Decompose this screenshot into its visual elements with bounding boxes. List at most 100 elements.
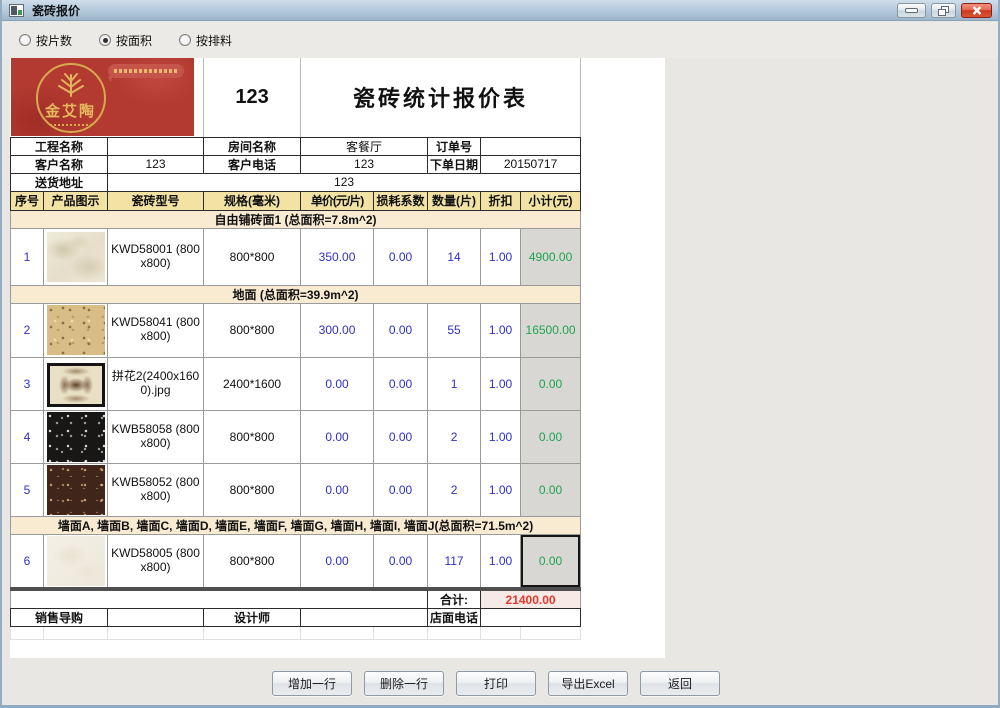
row-index: 5 (11, 463, 44, 516)
title-bar: 瓷砖报价 (2, 0, 998, 21)
quotation-table: 金艾陶 123 瓷砖统计报价表 工程名称 房间名称 客餐厅 订单号 客户名称 1 (10, 58, 581, 640)
close-icon (972, 6, 982, 15)
loss-factor-cell[interactable]: 0.00 (374, 534, 428, 589)
footer-row: 销售导购 设计师 店面电话 (11, 609, 581, 627)
product-image[interactable] (47, 232, 105, 282)
brand-name: 金艾陶 (38, 100, 104, 121)
store-phone-value[interactable] (481, 609, 581, 627)
add-row-button[interactable]: 增加一行 (272, 671, 352, 696)
loss-factor-cell[interactable]: 0.00 (374, 228, 428, 285)
table-row: 2 KWD58041 (800x800) 800*800 300.00 0.00… (11, 303, 581, 357)
restore-button[interactable] (931, 3, 956, 18)
spec-cell[interactable]: 800*800 (204, 463, 301, 516)
customer-name-value[interactable]: 123 (108, 155, 204, 173)
col-unit-price: 单价(元/片) (301, 191, 374, 210)
radio-by-area[interactable]: 按面积 (99, 32, 152, 49)
product-image[interactable] (47, 412, 105, 462)
tile-model-cell[interactable]: 拼花2(2400x1600).jpg (108, 357, 204, 410)
doc-number: 123 (204, 58, 301, 137)
spec-cell[interactable]: 800*800 (204, 534, 301, 589)
subtotal-cell-selected[interactable]: 0.00 (521, 534, 581, 589)
subtotal-cell[interactable]: 0.00 (521, 357, 581, 410)
minimize-icon (905, 8, 918, 13)
discount-cell[interactable]: 1.00 (481, 357, 521, 410)
tile-model-cell[interactable]: KWD58001 (800x800) (108, 228, 204, 285)
unit-price-cell[interactable]: 0.00 (301, 534, 374, 589)
quantity-cell[interactable]: 117 (428, 534, 481, 589)
tile-model-cell[interactable]: KWD58041 (800x800) (108, 303, 204, 357)
designer-value[interactable] (301, 609, 428, 627)
subtotal-cell[interactable]: 4900.00 (521, 228, 581, 285)
room-name-value[interactable]: 客餐厅 (301, 137, 428, 155)
unit-price-cell[interactable]: 0.00 (301, 463, 374, 516)
subtotal-cell[interactable]: 16500.00 (521, 303, 581, 357)
discount-cell[interactable]: 1.00 (481, 534, 521, 589)
back-button[interactable]: 返回 (640, 671, 720, 696)
tile-model-cell[interactable]: KWB58058 (800x800) (108, 410, 204, 463)
designer-label: 设计师 (204, 609, 301, 627)
table-row: 4 KWB58058 (800x800) 800*800 0.00 0.00 2… (11, 410, 581, 463)
quantity-cell[interactable]: 1 (428, 357, 481, 410)
discount-cell[interactable]: 1.00 (481, 410, 521, 463)
close-button[interactable] (961, 3, 992, 18)
product-image[interactable] (47, 305, 105, 355)
quantity-cell[interactable]: 55 (428, 303, 481, 357)
quantity-cell[interactable]: 2 (428, 463, 481, 516)
delivery-address-value[interactable]: 123 (108, 173, 581, 191)
product-image[interactable] (47, 536, 105, 586)
col-product-image: 产品图示 (44, 191, 108, 210)
table-row: 5 KWB58052 (800x800) 800*800 0.00 0.00 2… (11, 463, 581, 516)
row-index: 3 (11, 357, 44, 410)
product-image[interactable] (47, 465, 105, 515)
unit-price-cell[interactable]: 0.00 (301, 357, 374, 410)
loss-factor-cell[interactable]: 0.00 (374, 410, 428, 463)
project-name-value[interactable] (108, 137, 204, 155)
customer-phone-label: 客户电话 (204, 155, 301, 173)
row-index: 4 (11, 410, 44, 463)
sales-guide-value[interactable] (108, 609, 204, 627)
customer-phone-value[interactable]: 123 (301, 155, 428, 173)
loss-factor-cell[interactable]: 0.00 (374, 357, 428, 410)
spec-cell[interactable]: 2400*1600 (204, 357, 301, 410)
loss-factor-cell[interactable]: 0.00 (374, 303, 428, 357)
unit-price-cell[interactable]: 300.00 (301, 303, 374, 357)
export-excel-button[interactable]: 导出Excel (548, 671, 628, 696)
spec-cell[interactable]: 800*800 (204, 303, 301, 357)
loss-factor-cell[interactable]: 0.00 (374, 463, 428, 516)
total-row: 合计: 21400.00 (11, 589, 581, 609)
quantity-cell[interactable]: 14 (428, 228, 481, 285)
column-header-row: 序号 产品图示 瓷砖型号 规格(毫米) 单价(元/片) 损耗系数 数量(片) 折… (11, 191, 581, 210)
brand-emblem: 金艾陶 (36, 63, 106, 133)
discount-cell[interactable]: 1.00 (481, 228, 521, 285)
unit-price-cell[interactable]: 350.00 (301, 228, 374, 285)
discount-cell[interactable]: 1.00 (481, 303, 521, 357)
action-bar: 增加一行 删除一行 打印 导出Excel 返回 (272, 671, 720, 696)
section-title: 自由铺砖面1 (总面积=7.8m^2) (11, 210, 581, 228)
brand-logo: 金艾陶 (11, 58, 194, 136)
spec-cell[interactable]: 800*800 (204, 228, 301, 285)
quantity-cell[interactable]: 2 (428, 410, 481, 463)
discount-cell[interactable]: 1.00 (481, 463, 521, 516)
radio-by-layout[interactable]: 按排料 (179, 32, 232, 49)
window-title: 瓷砖报价 (32, 2, 80, 19)
unit-price-cell[interactable]: 0.00 (301, 410, 374, 463)
print-button[interactable]: 打印 (456, 671, 536, 696)
subtotal-cell[interactable]: 0.00 (521, 410, 581, 463)
minimize-button[interactable] (897, 3, 926, 18)
delete-row-button[interactable]: 删除一行 (364, 671, 444, 696)
mode-toolbar: 按片数 按面积 按排料 (2, 22, 998, 58)
product-image[interactable] (47, 363, 105, 407)
subtotal-cell[interactable]: 0.00 (521, 463, 581, 516)
tile-model-cell[interactable]: KWD58005 (800x800) (108, 534, 204, 589)
restore-icon (938, 6, 949, 16)
spec-cell[interactable]: 800*800 (204, 410, 301, 463)
customer-name-label: 客户名称 (11, 155, 108, 173)
order-date-value[interactable]: 20150717 (481, 155, 581, 173)
order-no-value[interactable] (481, 137, 581, 155)
tile-model-cell[interactable]: KWB58052 (800x800) (108, 463, 204, 516)
report-header-row: 金艾陶 123 瓷砖统计报价表 (11, 58, 581, 137)
crown-icon (54, 71, 88, 97)
col-spec: 规格(毫米) (204, 191, 301, 210)
total-value: 21400.00 (481, 589, 581, 609)
radio-by-pieces[interactable]: 按片数 (19, 32, 72, 49)
